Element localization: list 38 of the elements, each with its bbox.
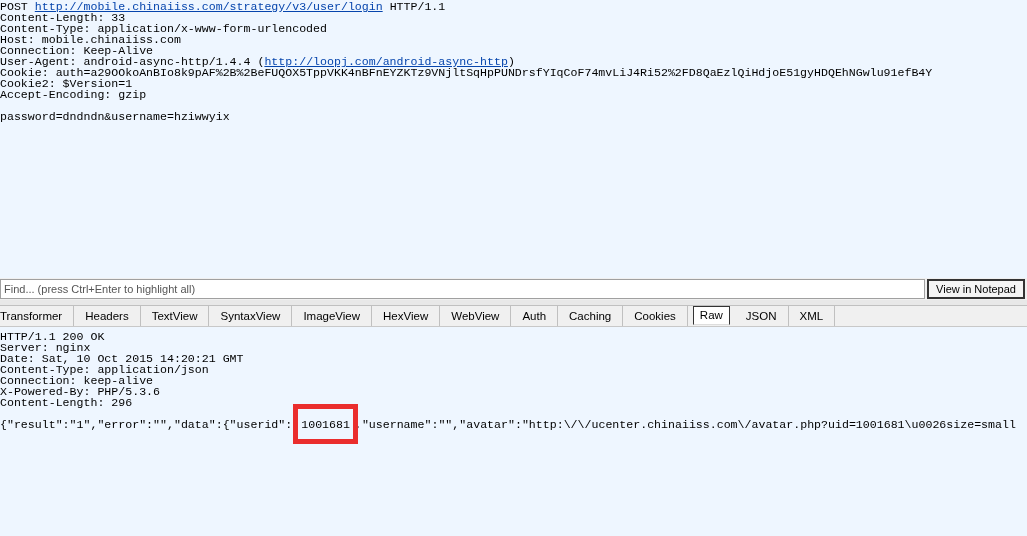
header-line: X-Powered-By: PHP/5.3.6: [0, 386, 162, 397]
view-tab[interactable]: Raw: [692, 306, 730, 325]
header-line: Content-Type: application/json: [0, 364, 210, 375]
header-line: HTTP/1.1 200 OK: [0, 331, 106, 342]
header-line: Host: mobile.chinaiiss.com: [0, 34, 181, 45]
view-tab[interactable]: XML: [788, 306, 836, 326]
header-line: Connection: keep-alive: [0, 375, 154, 386]
find-field[interactable]: Find... (press Ctrl+Enter to highlight all): [0, 279, 925, 299]
json-text: ,"username":"","avatar":"http:\/\/ucenter.chinaiiss.com\/avatar.php?uid=1001681\u0026size=small: [354, 419, 1016, 430]
header-line: Server: nginx: [0, 342, 92, 353]
header-line: Cookie: auth=a29OOkoAnBIo8k9pAF%2B%2BeFUQOX5TppVKK4nBFnEYZKTz9VNjltSqHpPUNDrsfYIqCoF74mvLiJ4Ri52%2FD8QaEzlQiHdjoE51gyHDQEhNGwlu91efB4Y: [0, 67, 934, 78]
view-tab[interactable]: Transformer: [0, 306, 75, 326]
header-line: Content-Length: 33: [0, 12, 126, 23]
view-tab[interactable]: Auth: [511, 306, 559, 326]
view-tab[interactable]: Cookies: [623, 306, 688, 326]
header-line: Connection: Keep-Alive: [0, 45, 155, 56]
view-tab[interactable]: Headers: [74, 306, 141, 326]
header-line: User-Agent: android-async-http/1.4.4 (http://loopj.com/android-async-http): [0, 56, 516, 67]
view-tab[interactable]: TextView: [140, 306, 210, 326]
view-tab[interactable]: ImageView: [292, 306, 373, 326]
view-tab[interactable]: WebView: [440, 306, 512, 326]
header-line: Date: Sat, 10 Oct 2015 14:20:21 GMT: [0, 353, 245, 364]
url-link[interactable]: http://mobile.chinaiiss.com/strategy/v3/user/login: [34, 0, 383, 13]
view-in-notepad-button[interactable]: View in Notepad: [927, 279, 1025, 299]
header-line: Accept-Encoding: gzip: [0, 89, 148, 100]
header-line: Cookie2: $Version=1: [0, 78, 133, 89]
header-line: Content-Type: application/x-www-form-urlencoded: [0, 23, 328, 34]
header-line: Content-Length: 296: [0, 397, 134, 408]
request-body: password=dndndn&username=hziwwyix: [0, 111, 231, 122]
header-line: POST http://mobile.chinaiiss.com/strategy/v3/user/login HTTP/1.1: [0, 1, 447, 12]
view-tab[interactable]: SyntaxView: [209, 306, 293, 326]
userid-value: 1001681: [298, 419, 353, 430]
view-tab[interactable]: Caching: [558, 306, 624, 326]
highlight-frame: [293, 404, 358, 444]
url-link[interactable]: http://loopj.com/android-async-http: [264, 55, 508, 68]
json-text: {"result":"1","error":"","data":{"userid":: [0, 419, 293, 430]
view-tab[interactable]: JSON: [734, 306, 789, 326]
view-tab[interactable]: HexView: [372, 306, 441, 326]
